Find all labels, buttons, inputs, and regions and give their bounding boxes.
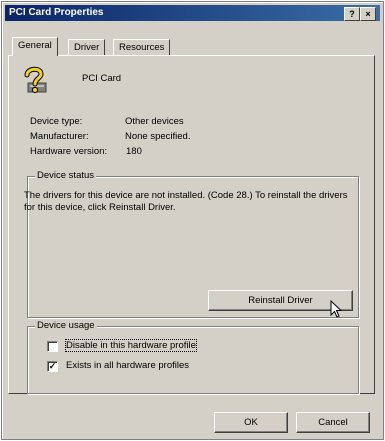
disable-profile-checkbox[interactable] xyxy=(47,341,58,352)
question-mark-device-icon xyxy=(24,66,47,94)
title-bar[interactable]: PCI Card Properties ? × xyxy=(5,5,380,21)
mouse-pointer-icon xyxy=(330,300,343,318)
close-button[interactable]: × xyxy=(360,7,376,21)
ok-button[interactable]: OK xyxy=(214,412,288,433)
hardware-version-value: 180 xyxy=(126,146,142,157)
device-type-label: Device type: xyxy=(30,116,83,127)
tab-driver[interactable]: Driver xyxy=(68,39,106,55)
manufacturer-value: None specified. xyxy=(125,131,191,142)
tab-label: Resources xyxy=(119,42,165,53)
disable-profile-label[interactable]: Disable in this hardware profile xyxy=(65,339,197,352)
tab-label: Driver xyxy=(74,42,100,53)
device-name: PCI Card xyxy=(82,73,122,84)
exists-all-profiles-label[interactable]: Exists in all hardware profiles xyxy=(66,360,189,371)
device-type-value: Other devices xyxy=(125,116,184,127)
help-button[interactable]: ? xyxy=(344,7,360,21)
exists-all-profiles-checkbox[interactable]: ✓ xyxy=(47,361,58,372)
manufacturer-label: Manufacturer: xyxy=(30,131,89,142)
tab-resources[interactable]: Resources xyxy=(113,39,171,55)
window-title: PCI Card Properties xyxy=(9,7,104,18)
hardware-version-label: Hardware version: xyxy=(30,146,108,157)
cancel-button[interactable]: Cancel xyxy=(296,412,370,433)
device-usage-title: Device usage xyxy=(35,320,97,332)
device-status-title: Device status xyxy=(35,170,97,182)
device-status-text: The drivers for this device are not inst… xyxy=(24,190,348,213)
tab-label: General xyxy=(18,40,52,51)
tab-general[interactable]: General xyxy=(12,37,58,56)
